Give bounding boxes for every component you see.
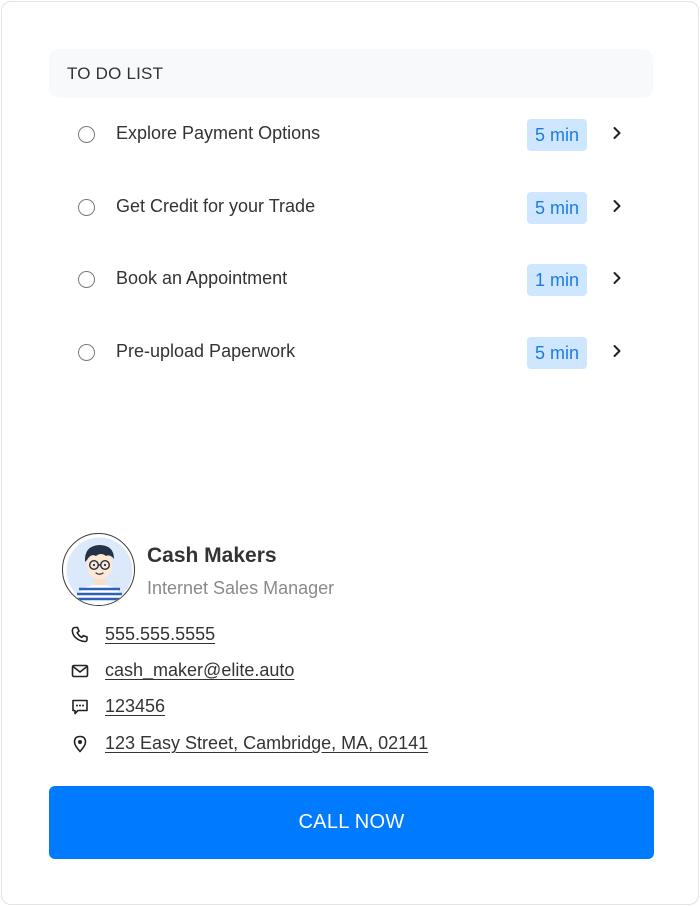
chevron-right-icon[interactable] [609,270,625,286]
contact-phone-link[interactable]: 555.555.5555 [105,624,215,645]
todo-item-payment-options[interactable]: Explore Payment Options 5 min [49,98,653,171]
todo-list: Explore Payment Options 5 min Get Credit… [49,98,653,388]
call-now-button[interactable]: CALL NOW [49,786,654,859]
time-badge: 5 min [527,119,587,151]
todo-item-label: Pre-upload Paperwork [116,340,296,361]
todo-list-header: TO DO LIST [49,49,653,98]
todo-item-appointment[interactable]: Book an Appointment 1 min [49,243,653,316]
todo-item-label: Explore Payment Options [116,123,321,143]
time-badge: 5 min [527,191,587,224]
chevron-right-icon[interactable] [609,198,625,214]
radio-icon[interactable] [78,198,95,216]
chevron-right-icon[interactable] [609,125,625,141]
chevron-right-icon[interactable] [609,343,625,359]
todo-contact-card: TO DO LIST Explore Payment Options 5 min… [1,1,699,905]
time-badge: 5 min [527,336,587,369]
radio-icon[interactable] [78,126,95,143]
contact-name: Cash Makers [147,544,277,567]
phone-icon [71,626,88,643]
radio-icon[interactable] [78,271,95,288]
contact-job-title: Internet Sales Manager [147,578,335,598]
todo-item-label: Book an Appointment [116,268,288,288]
radio-icon[interactable] [78,343,95,361]
todo-item-label: Get Credit for your Trade [116,195,316,216]
avatar [62,533,135,606]
contact-sms-link[interactable]: 123456 [105,696,165,717]
contact-address-link[interactable]: 123 Easy Street, Cambridge, MA, 02141 [105,733,428,754]
chat-bubble-icon [72,699,88,715]
map-pin-icon [73,735,87,753]
envelope-icon [71,664,89,678]
todo-item-paperwork[interactable]: Pre-upload Paperwork 5 min [49,316,653,389]
contact-email-link[interactable]: cash_maker@elite.auto [105,660,294,681]
todo-item-trade-credit[interactable]: Get Credit for your Trade 5 min [49,171,653,244]
time-badge: 1 min [527,264,587,296]
